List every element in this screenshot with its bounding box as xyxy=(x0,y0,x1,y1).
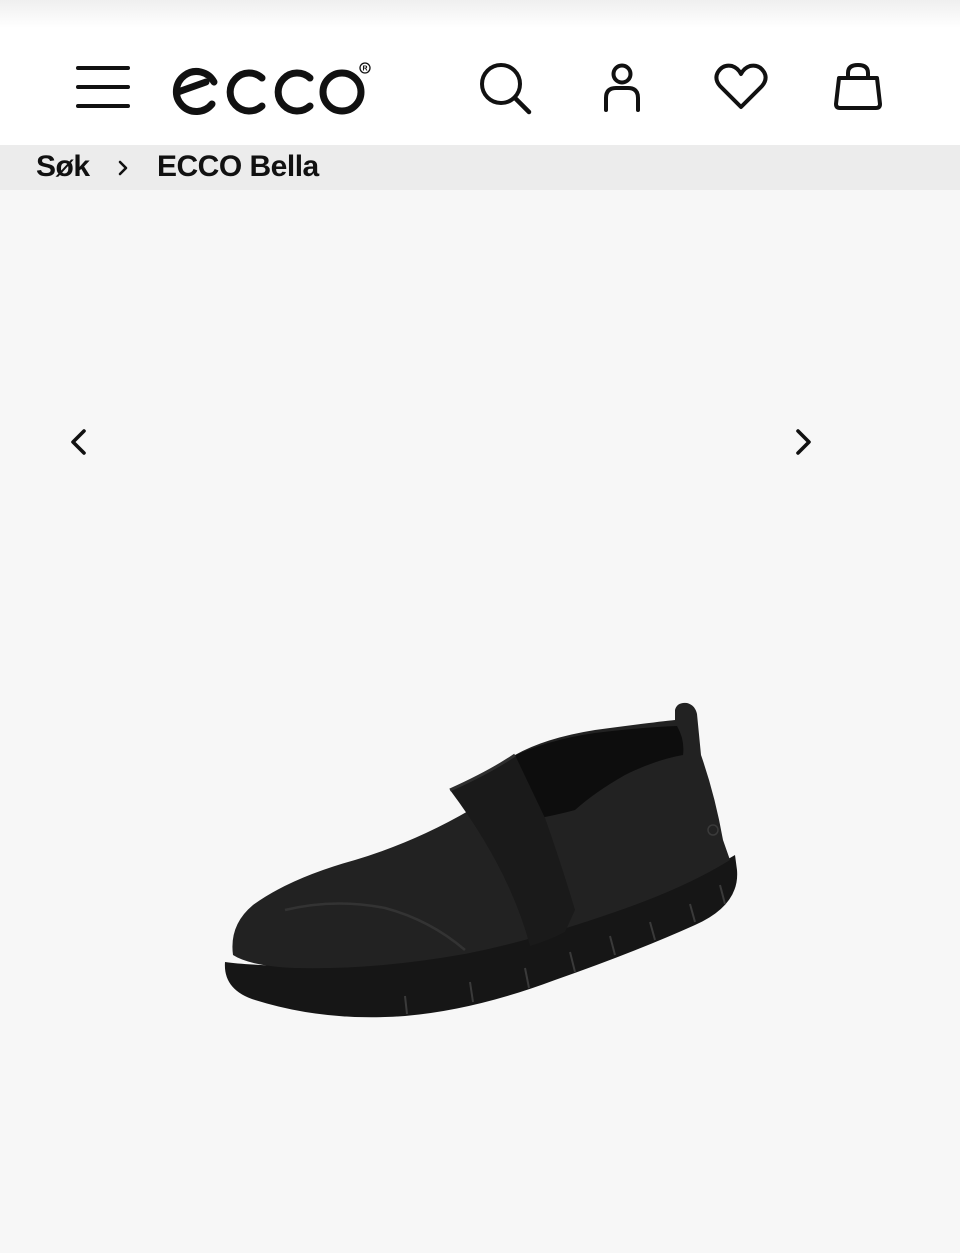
breadcrumb-current-product: ECCO Bella xyxy=(157,150,319,183)
shopping-bag-icon xyxy=(834,62,882,110)
account-button[interactable] xyxy=(598,60,646,114)
breadcrumb: Søk ECCO Bella xyxy=(0,145,960,190)
site-header: R xyxy=(0,0,960,145)
breadcrumb-link-search[interactable]: Søk xyxy=(36,150,90,184)
shopping-bag-button[interactable] xyxy=(830,60,886,114)
ecco-logo[interactable]: R xyxy=(170,60,375,118)
menu-button[interactable] xyxy=(74,62,132,112)
chevron-right-icon xyxy=(796,429,811,455)
chevron-left-icon xyxy=(71,429,86,455)
user-icon xyxy=(604,63,640,112)
ecco-logo-mark: R xyxy=(172,62,371,115)
product-image-shoe[interactable] xyxy=(215,700,745,1045)
heart-icon xyxy=(714,63,768,109)
wishlist-button[interactable] xyxy=(712,60,770,114)
search-button[interactable] xyxy=(475,58,535,118)
gallery-next-button[interactable] xyxy=(782,422,822,462)
svg-text:R: R xyxy=(362,66,367,73)
chevron-right-icon xyxy=(118,160,128,176)
hamburger-menu-icon xyxy=(76,66,130,108)
search-icon xyxy=(480,63,532,115)
gallery-previous-button[interactable] xyxy=(60,422,100,462)
product-image-gallery xyxy=(0,190,960,1253)
product-page: R Søk ECCO Bella xyxy=(0,0,960,1253)
